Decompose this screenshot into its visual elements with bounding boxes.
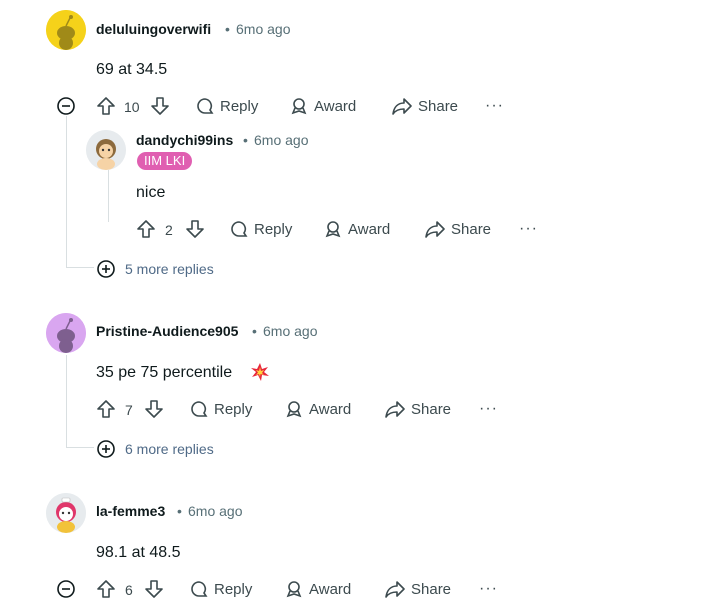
separator: • — [225, 21, 230, 37]
vote-count: 10 — [124, 99, 140, 115]
reply-button[interactable]: Reply — [190, 580, 252, 598]
award-button[interactable]: Award — [285, 580, 351, 598]
timestamp[interactable]: 6mo ago — [263, 323, 317, 339]
comment-body: 35 pe 75 percentile — [96, 364, 233, 381]
expand-plus-icon — [97, 260, 115, 278]
reply-label: Reply — [220, 97, 259, 115]
award-icon — [291, 98, 307, 115]
avatar[interactable] — [86, 130, 126, 170]
more-replies-button[interactable]: 5 more replies — [97, 260, 214, 278]
vote-count: 7 — [125, 402, 133, 418]
share-arrow-icon — [392, 98, 412, 115]
upvote-icon[interactable] — [96, 96, 116, 121]
reply-label: Reply — [214, 580, 253, 598]
downvote-icon[interactable] — [144, 579, 164, 604]
share-arrow-icon — [425, 221, 445, 238]
share-button[interactable]: Share — [385, 580, 451, 598]
avatar[interactable] — [46, 493, 86, 533]
vote-count: 2 — [165, 222, 173, 238]
thread-line-curve — [66, 267, 94, 268]
snoo-avatar-icon — [46, 313, 86, 353]
reply-button[interactable]: Reply — [230, 220, 292, 238]
avatar[interactable] — [46, 313, 86, 353]
more-replies-label: 6 more replies — [125, 441, 214, 457]
share-label: Share — [411, 400, 452, 418]
comment-body: 69 at 34.5 — [96, 61, 168, 78]
snoo-avatar-icon — [86, 130, 126, 170]
share-label: Share — [418, 97, 459, 115]
reply-bubble-icon — [197, 98, 214, 114]
separator: • — [177, 503, 182, 519]
downvote-icon[interactable] — [150, 96, 170, 121]
award-label: Award — [309, 400, 352, 418]
timestamp[interactable]: 6mo ago — [236, 21, 290, 37]
share-label: Share — [451, 220, 492, 238]
expand-plus-icon — [97, 440, 115, 458]
more-options-icon[interactable]: ··· — [479, 580, 498, 598]
reply-button[interactable]: Reply — [190, 400, 252, 418]
thread-line — [66, 355, 67, 447]
reply-bubble-icon — [231, 221, 248, 237]
thread-line-reply — [108, 170, 109, 222]
award-label: Award — [309, 580, 352, 598]
reply-button[interactable]: Reply — [196, 97, 258, 115]
username[interactable]: dandychi99ins — [136, 132, 233, 148]
downvote-icon[interactable] — [185, 219, 205, 244]
comment-body: nice — [136, 184, 166, 201]
upvote-icon[interactable] — [96, 399, 116, 424]
share-button[interactable]: Share — [385, 400, 451, 418]
reply-label: Reply — [214, 400, 253, 418]
more-replies-button[interactable]: 6 more replies — [97, 440, 214, 458]
reply-label: Reply — [254, 220, 293, 238]
more-replies-label: 5 more replies — [125, 261, 214, 277]
award-button[interactable]: Award — [290, 97, 356, 115]
upvote-icon[interactable] — [136, 219, 156, 244]
username[interactable]: deluluingoverwifi — [96, 21, 211, 37]
comment-body: 98.1 at 48.5 — [96, 544, 181, 561]
separator: • — [243, 132, 248, 148]
upvote-icon[interactable] — [96, 579, 116, 604]
award-label: Award — [314, 97, 357, 115]
more-options-icon[interactable]: ··· — [485, 97, 504, 115]
award-button[interactable]: Award — [324, 220, 390, 238]
reply-bubble-icon — [191, 401, 208, 417]
share-arrow-icon — [385, 581, 405, 598]
snoo-avatar-icon — [46, 10, 86, 50]
vote-count: 6 — [125, 582, 133, 598]
reply-bubble-icon — [191, 581, 208, 597]
username[interactable]: Pristine-Audience905 — [96, 323, 238, 339]
avatar[interactable] — [46, 10, 86, 50]
award-label: Award — [348, 220, 391, 238]
award-icon — [286, 581, 302, 598]
share-label: Share — [411, 580, 452, 598]
collapse-minus-icon[interactable] — [57, 97, 75, 120]
snoo-avatar-icon — [46, 493, 86, 533]
collision-emoji-icon — [250, 362, 270, 387]
username[interactable]: la-femme3 — [96, 503, 165, 519]
thread-line — [66, 116, 67, 268]
more-options-icon[interactable]: ··· — [519, 220, 538, 238]
separator: • — [252, 323, 257, 339]
award-button[interactable]: Award — [285, 400, 351, 418]
more-options-icon[interactable]: ··· — [479, 400, 498, 418]
award-icon — [325, 221, 341, 238]
share-arrow-icon — [385, 401, 405, 418]
downvote-icon[interactable] — [144, 399, 164, 424]
award-icon — [286, 401, 302, 418]
share-button[interactable]: Share — [425, 220, 491, 238]
share-button[interactable]: Share — [392, 97, 458, 115]
timestamp[interactable]: 6mo ago — [254, 132, 308, 148]
thread-line-curve — [66, 447, 94, 448]
user-flair: IIM LKI — [137, 152, 193, 170]
timestamp[interactable]: 6mo ago — [188, 503, 242, 519]
